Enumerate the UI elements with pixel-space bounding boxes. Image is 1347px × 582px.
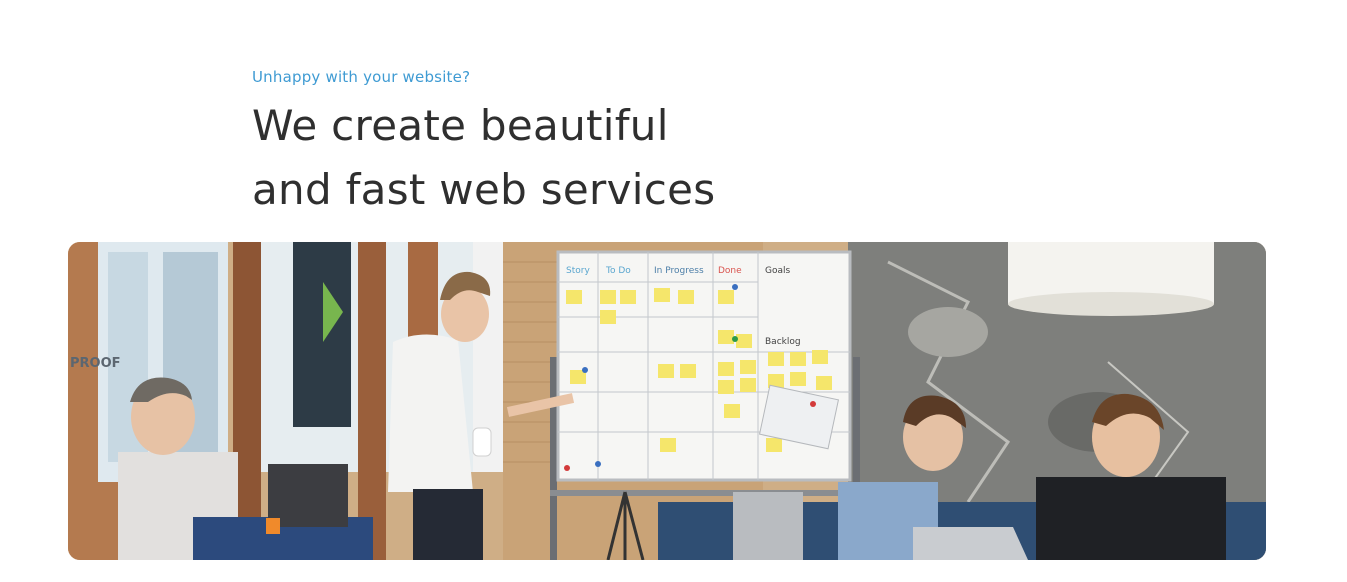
window-sign-text: PROOF [70, 356, 121, 371]
hero-photo: PROOF Story To Do In Progress Done Goals… [68, 242, 1266, 560]
hero-headline-line-1: We create beautiful [252, 101, 669, 150]
hero-text: Unhappy with your website? We create bea… [252, 66, 1052, 222]
hero-headline: We create beautiful and fast web service… [252, 94, 1052, 222]
whiteboard-col-todo: To Do [605, 266, 631, 276]
whiteboard-col-inprogress: In Progress [654, 266, 704, 276]
hero-eyebrow: Unhappy with your website? [252, 68, 471, 86]
team-meeting-illustration: PROOF Story To Do In Progress Done Goals… [68, 242, 1266, 560]
whiteboard-col-done: Done [718, 266, 742, 276]
whiteboard-col-story: Story [566, 266, 590, 276]
whiteboard-backlog: Backlog [765, 337, 801, 347]
hero-headline-line-2: and fast web services [252, 165, 716, 214]
whiteboard-col-goals: Goals [765, 266, 790, 276]
page: Unhappy with your website? We create bea… [0, 0, 1347, 582]
